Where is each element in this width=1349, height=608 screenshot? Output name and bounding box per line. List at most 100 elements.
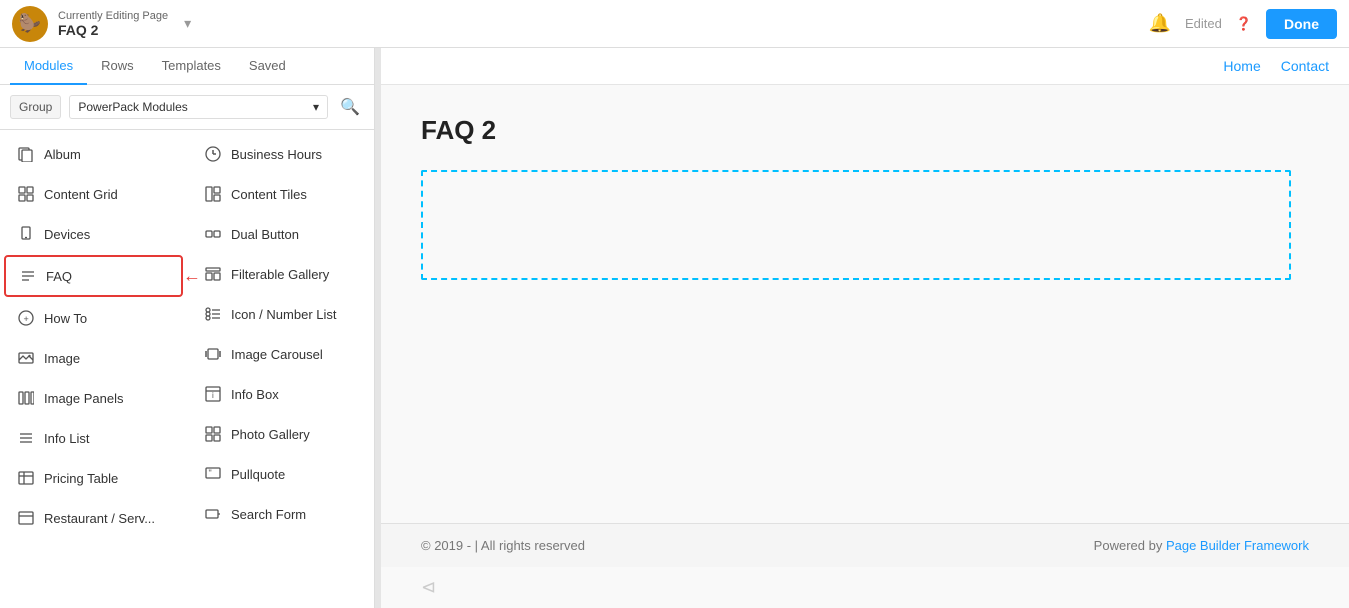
module-label-pullquote: Pullquote [231,467,285,482]
nav-link-contact[interactable]: Contact [1281,58,1329,74]
group-label: Group [10,95,61,119]
page-content: FAQ 2 [381,85,1349,523]
module-item-image-panels[interactable]: Image Panels [4,379,183,417]
editing-label: Currently Editing Page [58,10,168,22]
module-label-business-hours: Business Hours [231,147,322,162]
page-title: FAQ 2 [421,115,1309,146]
module-label-image-carousel: Image Carousel [231,347,323,362]
module-item-image[interactable]: Image [4,339,183,377]
top-bar-left: 🦫 Currently Editing Page FAQ 2 ▾ [12,6,191,42]
module-item-dual-button[interactable]: Dual Button [191,215,370,253]
image-icon [16,348,36,368]
tab-rows[interactable]: Rows [87,48,148,85]
edited-text: Edited [1185,16,1222,31]
module-item-business-hours[interactable]: Business Hours [191,135,370,173]
module-label-search-form: Search Form [231,507,306,522]
faq-arrow-indicator: ← [183,266,201,287]
module-list: Album Content Grid Devices [0,130,374,608]
page-nav: Home Contact [381,48,1349,85]
module-item-filterable-gallery[interactable]: Filterable Gallery [191,255,370,293]
module-item-devices[interactable]: Devices [4,215,183,253]
module-col-left: Album Content Grid Devices [0,134,187,604]
svg-text:": " [209,468,212,478]
sidebar-toolbar: Group PowerPack Modules ▾ 🔍 [0,85,374,130]
footer-framework-link[interactable]: Page Builder Framework [1166,538,1309,553]
footer-copyright: © 2019 - | All rights reserved [421,538,585,553]
module-label-image: Image [44,351,80,366]
avatar: 🦫 [12,6,48,42]
content-drop-zone[interactable] [421,170,1291,280]
module-label-info-box: Info Box [231,387,279,402]
search-form-icon [203,504,223,524]
icon-number-icon [203,304,223,324]
module-item-pricing-table[interactable]: Pricing Table [4,459,183,497]
module-item-content-tiles[interactable]: Content Tiles [191,175,370,213]
main-layout: Modules Rows Templates Saved Group Power… [0,48,1349,608]
module-label-info-list: Info List [44,431,90,446]
footer-powered-by: Powered by Page Builder Framework [1094,538,1309,553]
module-item-how-to[interactable]: + How To [4,299,183,337]
image-carousel-icon [203,344,223,364]
module-item-search-form[interactable]: Search Form [191,495,370,533]
footer-powered-prefix: Powered by [1094,538,1166,553]
module-item-faq[interactable]: FAQ ← [4,255,183,297]
chevron-down-icon[interactable]: ▾ [184,15,191,32]
module-item-photo-gallery[interactable]: Photo Gallery [191,415,370,453]
search-icon[interactable]: 🔍 [336,93,364,121]
group-select-value: PowerPack Modules [78,100,187,114]
content-tiles-icon [203,184,223,204]
module-label-content-grid: Content Grid [44,187,118,202]
pullquote-icon: " [203,464,223,484]
module-label-filterable-gallery: Filterable Gallery [231,267,329,282]
dual-button-icon [203,224,223,244]
tab-saved[interactable]: Saved [235,48,300,85]
help-icon[interactable]: ❓ [1236,16,1252,32]
done-button[interactable]: Done [1266,9,1337,39]
faq-icon [18,266,38,286]
bell-icon[interactable]: 🔔 [1149,13,1171,34]
page-footer: © 2019 - | All rights reserved Powered b… [381,523,1349,567]
module-item-info-box[interactable]: i Info Box [191,375,370,413]
tab-templates[interactable]: Templates [148,48,235,85]
module-item-icon-number[interactable]: Icon / Number List [191,295,370,333]
sidebar-tabs: Modules Rows Templates Saved [0,48,374,85]
info-box-icon: i [203,384,223,404]
module-label-dual-button: Dual Button [231,227,299,242]
group-select-chevron: ▾ [313,100,319,114]
pricing-table-icon [16,468,36,488]
module-col-right: Business Hours Content Tiles Dual Button [187,134,374,604]
module-label-pricing-table: Pricing Table [44,471,118,486]
module-label-devices: Devices [44,227,90,242]
module-label-icon-number: Icon / Number List [231,307,337,322]
module-label-image-panels: Image Panels [44,391,124,406]
module-item-restaurant[interactable]: Restaurant / Serv... [4,499,183,537]
top-bar: 🦫 Currently Editing Page FAQ 2 ▾ 🔔 Edite… [0,0,1349,48]
module-item-info-list[interactable]: Info List [4,419,183,457]
svg-text:+: + [24,314,29,324]
sidebar: Modules Rows Templates Saved Group Power… [0,48,375,608]
module-item-album[interactable]: Album [4,135,183,173]
nav-link-home[interactable]: Home [1223,58,1260,74]
how-to-icon: + [16,308,36,328]
business-hours-icon [203,144,223,164]
module-item-image-carousel[interactable]: Image Carousel [191,335,370,373]
scroll-left-icon: ⊲ [421,577,436,598]
content-grid-icon [16,184,36,204]
module-label-faq: FAQ [46,269,72,284]
module-label-how-to: How To [44,311,87,326]
restaurant-icon [16,508,36,528]
content-area: Home Contact FAQ 2 © 2019 - | All rights… [381,48,1349,608]
group-select-dropdown[interactable]: PowerPack Modules ▾ [69,95,328,119]
filterable-gallery-icon [203,264,223,284]
info-list-icon [16,428,36,448]
module-label-album: Album [44,147,81,162]
module-label-content-tiles: Content Tiles [231,187,307,202]
editing-info: Currently Editing Page FAQ 2 [58,10,168,38]
module-label-photo-gallery: Photo Gallery [231,427,310,442]
module-item-pullquote[interactable]: " Pullquote [191,455,370,493]
tab-modules[interactable]: Modules [10,48,87,85]
album-icon [16,144,36,164]
photo-gallery-icon [203,424,223,444]
image-panels-icon [16,388,36,408]
module-item-content-grid[interactable]: Content Grid [4,175,183,213]
